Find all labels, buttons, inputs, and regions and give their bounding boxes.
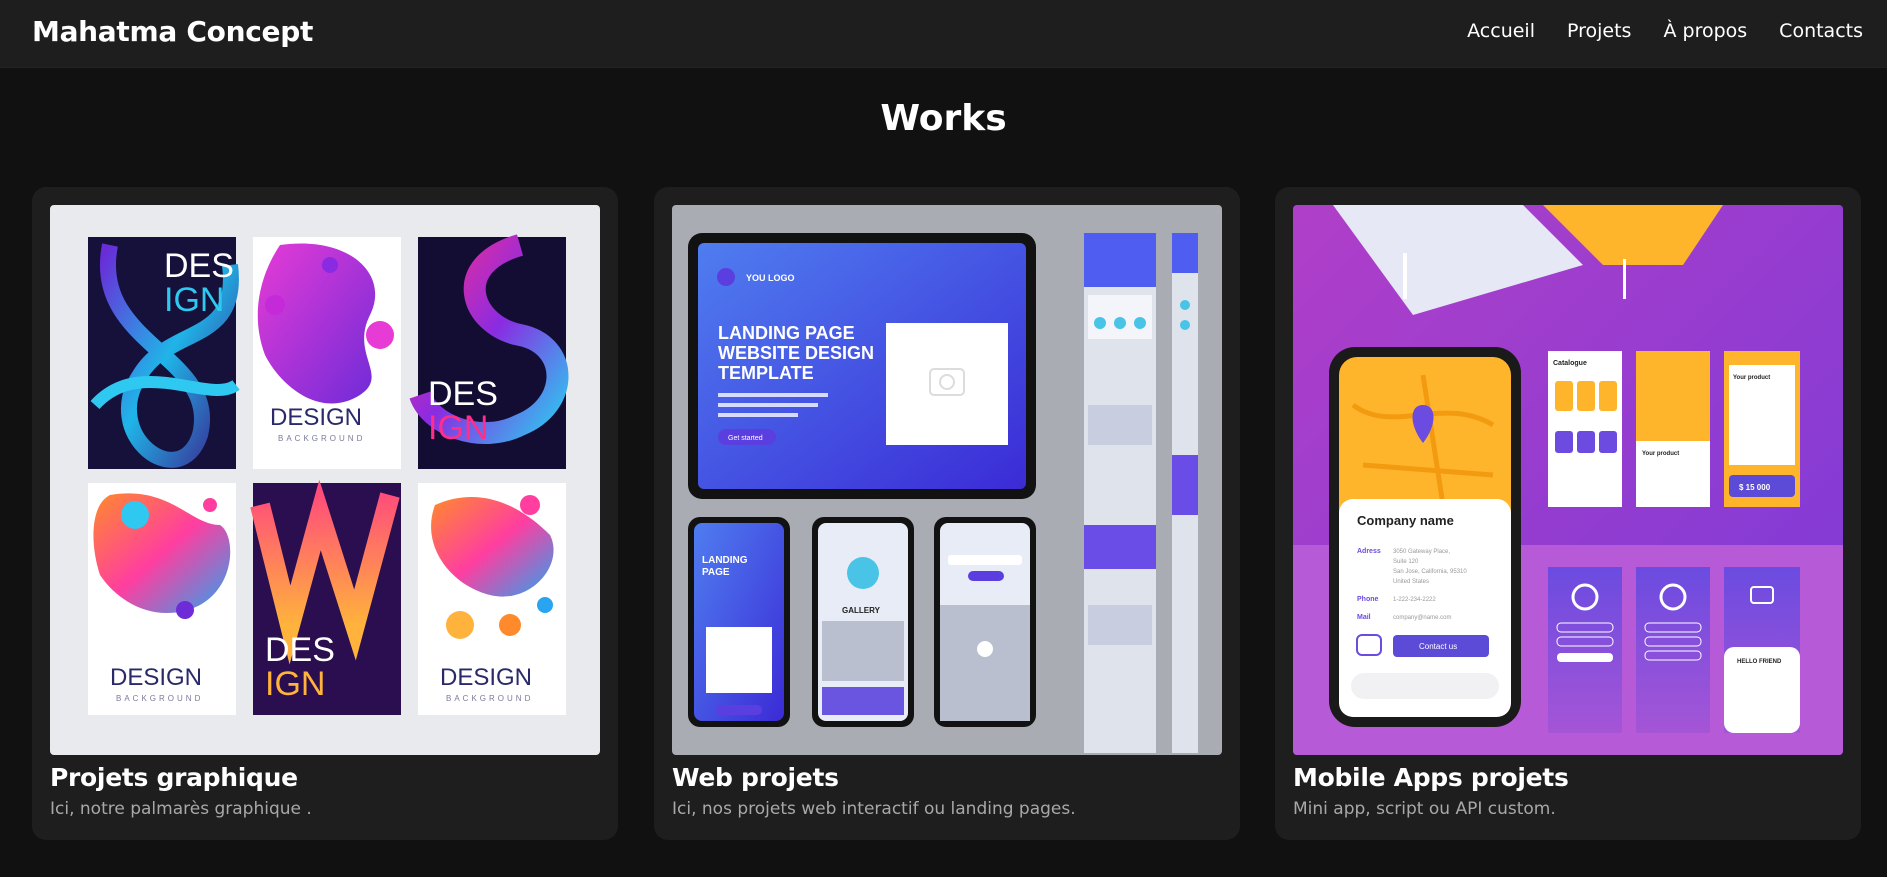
- svg-text:Suite 120: Suite 120: [1393, 559, 1419, 565]
- svg-text:Your product: Your product: [1642, 451, 1679, 457]
- svg-text:DES: DES: [265, 631, 335, 669]
- work-image-graphique[interactable]: DES IGN DESIGN BACKGROUND DES IGN DESIGN…: [50, 205, 600, 755]
- svg-text:DES: DES: [428, 375, 498, 413]
- svg-text:PAGE: PAGE: [702, 567, 730, 578]
- svg-text:United States: United States: [1393, 579, 1429, 585]
- svg-text:TEMPLATE: TEMPLATE: [718, 363, 814, 383]
- work-card-web[interactable]: YOU LOGO LANDING PAGE WEBSITE DESIGN TEM…: [654, 187, 1240, 840]
- svg-text:IGN: IGN: [164, 281, 224, 319]
- work-card-description: Mini app, script ou API custom.: [1293, 799, 1556, 819]
- svg-text:WEBSITE DESIGN: WEBSITE DESIGN: [718, 343, 874, 363]
- svg-text:GALLERY: GALLERY: [842, 606, 881, 615]
- navbar: Mahatma Concept Accueil Projets À propos…: [0, 0, 1887, 68]
- work-card-title: Mobile Apps projets: [1293, 763, 1569, 792]
- work-image-mobile[interactable]: Company name Adress 3050 Gateway Place, …: [1293, 205, 1843, 755]
- svg-text:BACKGROUND: BACKGROUND: [278, 434, 365, 443]
- svg-text:DESIGN: DESIGN: [440, 664, 532, 691]
- svg-text:BACKGROUND: BACKGROUND: [446, 694, 533, 703]
- work-card-mobile[interactable]: Company name Adress 3050 Gateway Place, …: [1275, 187, 1861, 840]
- svg-text:IGN: IGN: [265, 665, 325, 703]
- svg-text:DESIGN: DESIGN: [110, 664, 202, 691]
- svg-text:3050 Gateway Place,: 3050 Gateway Place,: [1393, 549, 1450, 555]
- svg-text:1-222-234-2222: 1-222-234-2222: [1393, 597, 1436, 603]
- work-image-web[interactable]: YOU LOGO LANDING PAGE WEBSITE DESIGN TEM…: [672, 205, 1222, 755]
- work-card-title: Web projets: [672, 763, 839, 792]
- svg-text:Your product: Your product: [1733, 375, 1770, 381]
- svg-text:LANDING PAGE: LANDING PAGE: [718, 323, 855, 343]
- section-title: Works: [880, 98, 1007, 139]
- nav-link-contacts[interactable]: Contacts: [1779, 20, 1863, 42]
- svg-text:DESIGN: DESIGN: [270, 404, 362, 431]
- work-card-graphique[interactable]: DES IGN DESIGN BACKGROUND DES IGN DESIGN…: [32, 187, 618, 840]
- work-card-description: Ici, notre palmarès graphique .: [50, 799, 312, 819]
- svg-text:Catalogue: Catalogue: [1553, 360, 1587, 367]
- svg-text:company@name.com: company@name.com: [1393, 615, 1451, 621]
- main-nav: Accueil Projets À propos Contacts: [1435, 20, 1863, 42]
- web-logo-text: YOU LOGO: [746, 273, 795, 283]
- svg-text:Adress: Adress: [1357, 548, 1381, 555]
- svg-text:IGN: IGN: [428, 409, 488, 447]
- nav-link-projets[interactable]: Projets: [1567, 20, 1631, 42]
- svg-text:BACKGROUND: BACKGROUND: [116, 694, 203, 703]
- nav-link-a-propos[interactable]: À propos: [1663, 20, 1747, 42]
- svg-text:Get started: Get started: [728, 435, 763, 442]
- poster-text-des: DES: [164, 247, 234, 285]
- company-name-text: Company name: [1357, 513, 1454, 528]
- svg-text:LANDING: LANDING: [702, 555, 748, 566]
- svg-text:$ 15 000: $ 15 000: [1739, 483, 1771, 492]
- nav-link-accueil[interactable]: Accueil: [1467, 20, 1535, 42]
- svg-text:Contact us: Contact us: [1419, 642, 1457, 651]
- brand-logo[interactable]: Mahatma Concept: [32, 15, 313, 48]
- svg-text:Phone: Phone: [1357, 596, 1378, 603]
- work-card-description: Ici, nos projets web interactif ou landi…: [672, 799, 1076, 819]
- svg-text:San Jose, California, 95310: San Jose, California, 95310: [1393, 569, 1467, 575]
- svg-text:Mail: Mail: [1357, 614, 1371, 621]
- work-card-title: Projets graphique: [50, 763, 298, 792]
- svg-text:HELLO FRIEND: HELLO FRIEND: [1737, 659, 1782, 665]
